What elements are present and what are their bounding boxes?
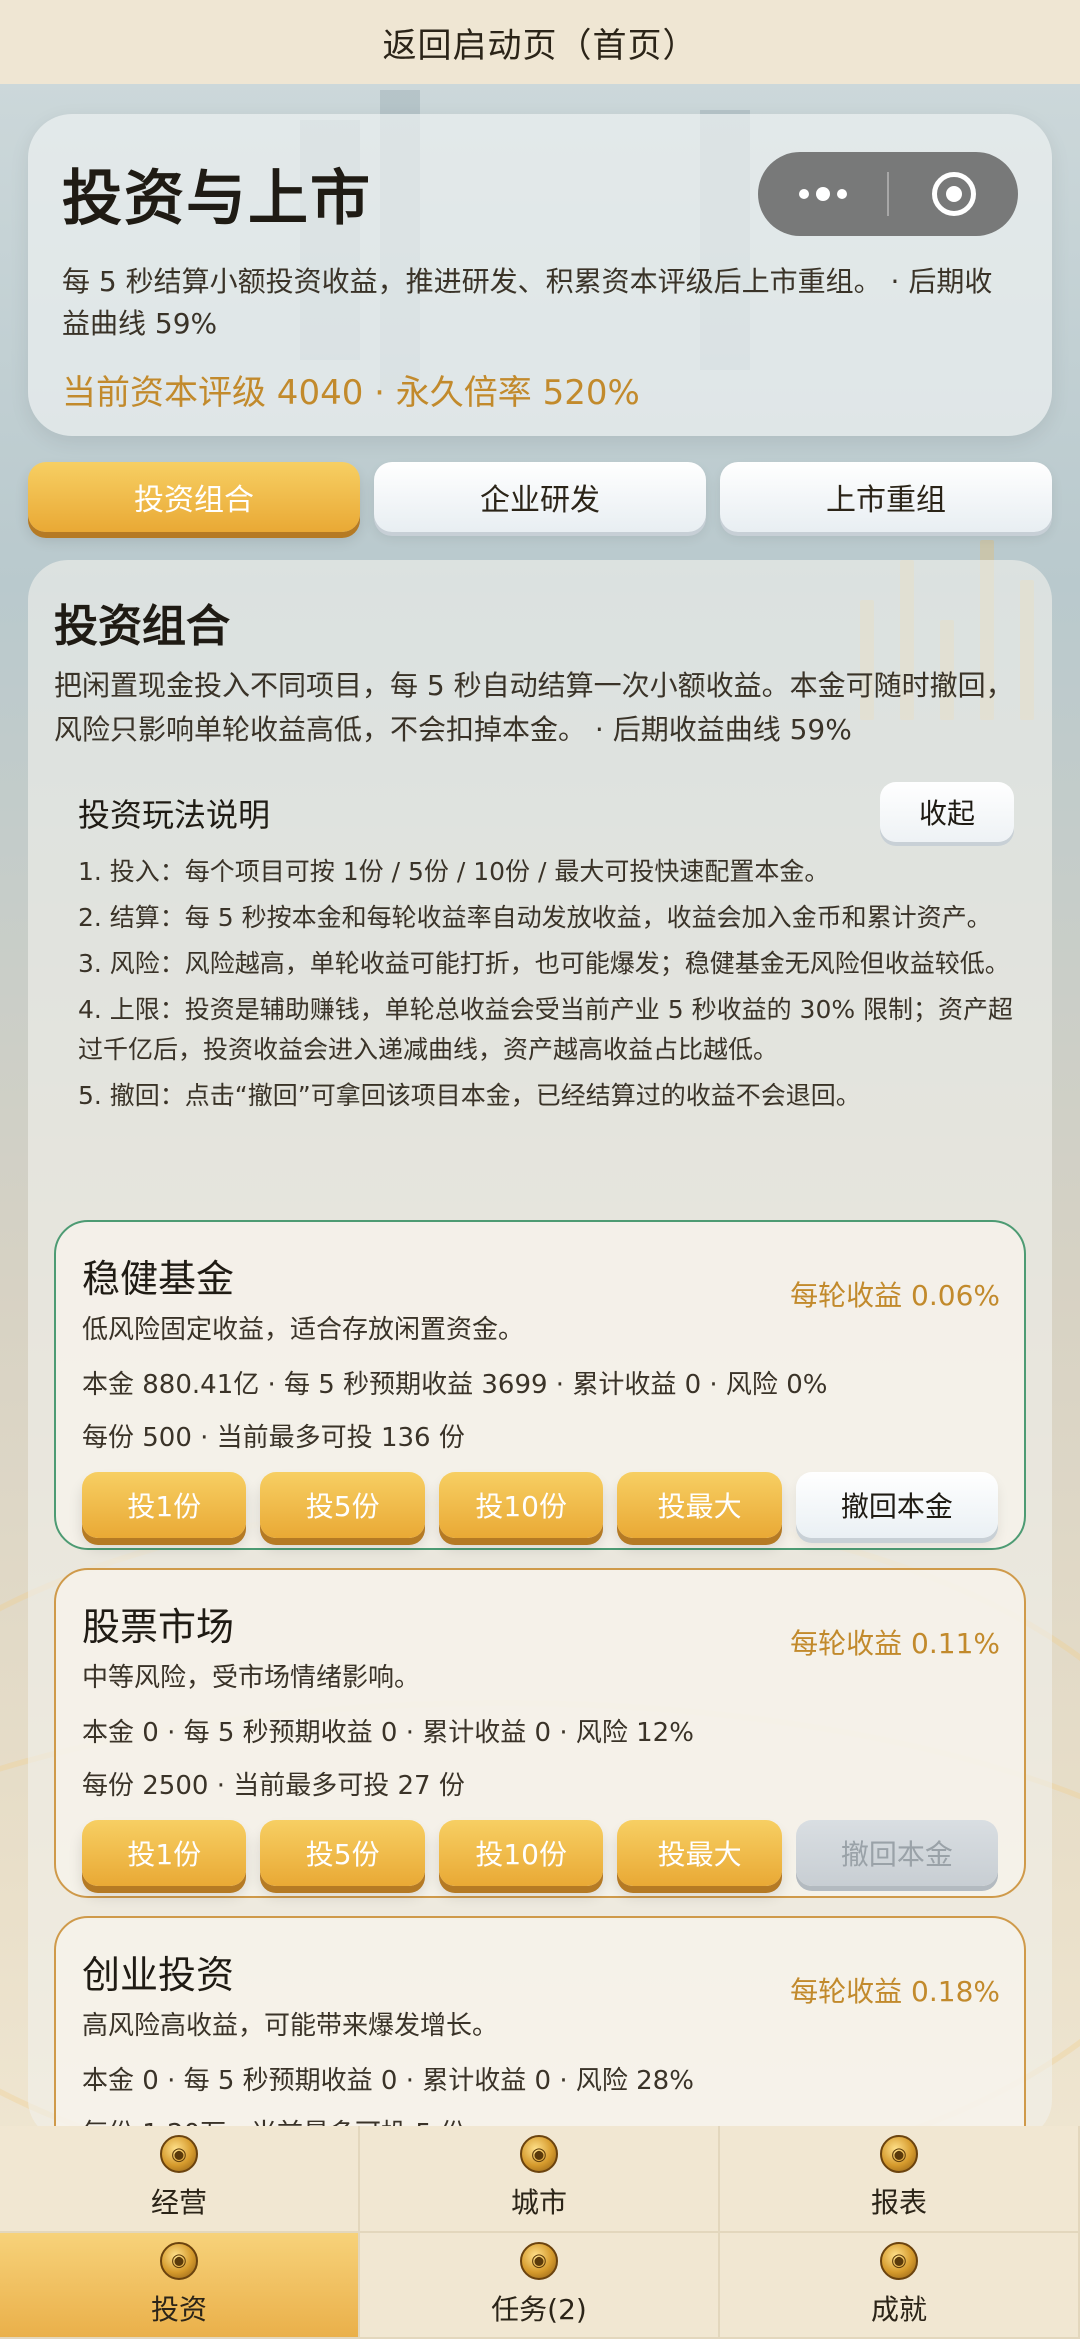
nav-operate[interactable]: ◉ 经营 [0,2126,360,2233]
rule-item: 2. 结算：每 5 秒按本金和每轮收益率自动发放收益，收益会加入金币和累计资产。 [78,903,992,932]
invest-1-button[interactable]: 投1份 [82,1820,247,1886]
header-card: 投资与上市 每 5 秒结算小额投资收益，推进研发、积累资本评级后上市重组。 · … [28,114,1052,436]
nav-city[interactable]: ◉ 城市 [360,2126,720,2233]
invest-1-button[interactable]: 投1份 [82,1472,247,1538]
tab-portfolio[interactable]: 投资组合 [28,462,360,532]
withdraw-button[interactable]: 撤回本金 [795,1472,998,1538]
invest-10-button[interactable]: 投10份 [438,1472,604,1538]
card-rate: 每轮收益 0.06% [790,1279,1000,1312]
withdraw-button[interactable]: 撤回本金 [795,1820,998,1886]
more-menu-button[interactable] [758,152,887,236]
rules-title: 投资玩法说明 [78,796,271,834]
coin-icon: ◉ [160,2241,198,2280]
investment-card-venture: 每轮收益 0.18% 创业投资 高风险高收益，可能带来爆发增长。 本金 0 · … [54,1916,1026,2140]
card-stats: 本金 0 · 每 5 秒预期收益 0 · 累计收益 0 · 风险 12% [82,1718,694,1748]
nav-label: 任务(2) [491,2292,587,2326]
card-rate: 每轮收益 0.18% [790,1975,1000,2008]
back-to-home-bar[interactable]: 返回启动页（首页） [0,0,1080,84]
card-stats: 本金 0 · 每 5 秒预期收益 0 · 累计收益 0 · 风险 28% [82,2066,694,2096]
section-description: 把闲置现金投入不同项目，每 5 秒自动结算一次小额收益。本金可随时撤回，风险只影… [54,669,1014,746]
investment-card-fund: 每轮收益 0.06% 稳健基金 低风险固定收益，适合存放闲置资金。 本金 880… [54,1220,1026,1550]
card-unit: 每份 500 · 当前最多可投 136 份 [82,1423,465,1453]
nav-tasks[interactable]: ◉ 任务(2) [360,2232,720,2339]
nav-label: 投资 [150,2292,207,2326]
coin-icon: ◉ [880,2135,918,2174]
nav-achievements[interactable]: ◉ 成就 [720,2232,1080,2339]
investment-card-stock: 每轮收益 0.11% 股票市场 中等风险，受市场情绪影响。 本金 0 · 每 5… [54,1568,1026,1898]
nav-label: 经营 [150,2186,207,2220]
nav-label: 城市 [510,2186,567,2220]
nav-label: 成就 [870,2292,927,2326]
rule-item: 5. 撤回：点击“撤回”可拿回该项目本金，已经结算过的收益不会退回。 [78,1081,861,1110]
nav-label: 报表 [870,2186,927,2220]
coin-icon: ◉ [160,2135,198,2174]
invest-10-button[interactable]: 投10份 [438,1820,604,1886]
section-title: 投资组合 [54,601,230,652]
header-description: 每 5 秒结算小额投资收益，推进研发、积累资本评级后上市重组。 · 后期收益曲线… [62,265,993,340]
card-description: 高风险高收益，可能带来爆发增长。 [82,2011,499,2041]
button-row: 投1份 投5份 投10份 投最大 撤回本金 [82,1820,998,1886]
card-description: 中等风险，受市场情绪影响。 [82,1663,421,1693]
card-rate: 每轮收益 0.11% [790,1627,1000,1660]
invest-5-button[interactable]: 投5份 [260,1472,425,1538]
target-icon [931,172,976,216]
button-row: 投1份 投5份 投10份 投最大 撤回本金 [82,1472,998,1538]
bottom-nav: ◉ 经营 ◉ 城市 ◉ 报表 ◉ 投资 ◉ 任务(2) ◉ 成就 [0,2126,1080,2339]
rule-item: 4. 上限：投资是辅助赚钱，单轮总收益会受当前产业 5 秒收益的 30% 限制；… [78,995,1014,1064]
card-unit: 每份 2500 · 当前最多可投 27 份 [82,1771,465,1801]
nav-report[interactable]: ◉ 报表 [720,2126,1080,2233]
tab-research[interactable]: 企业研发 [374,462,706,532]
topbar-title[interactable]: 返回启动页（首页） [383,18,698,67]
coin-icon: ◉ [520,2135,558,2174]
card-description: 低风险固定收益，适合存放闲置资金。 [82,1315,525,1345]
more-icon [798,187,847,201]
close-miniprogram-button[interactable] [889,152,1018,236]
miniprogram-capsule [758,152,1018,236]
tab-ipo[interactable]: 上市重组 [720,462,1052,532]
collapse-button[interactable]: 收起 [880,782,1014,842]
capital-rating: 当前资本评级 4040 · 永久倍率 520% [62,373,640,413]
coin-icon: ◉ [520,2241,558,2280]
coin-icon: ◉ [880,2241,918,2280]
rules-list: 1. 投入：每个项目可按 1份 / 5份 / 10份 / 最大可投快速配置本金。… [78,852,1018,1122]
rule-item: 3. 风险：风险越高，单轮收益可能打折，也可能爆发；稳健基金无风险但收益较低。 [78,949,1010,978]
portfolio-panel: 投资组合 把闲置现金投入不同项目，每 5 秒自动结算一次小额收益。本金可随时撤回… [28,560,1052,2140]
invest-max-button[interactable]: 投最大 [617,1472,782,1538]
card-stats: 本金 880.41亿 · 每 5 秒预期收益 3699 · 累计收益 0 · 风… [82,1370,828,1400]
nav-invest[interactable]: ◉ 投资 [0,2232,360,2339]
tab-bar: 投资组合 企业研发 上市重组 [28,462,1052,532]
rule-item: 1. 投入：每个项目可按 1份 / 5份 / 10份 / 最大可投快速配置本金。 [78,857,830,886]
invest-max-button[interactable]: 投最大 [617,1820,782,1886]
invest-5-button[interactable]: 投5份 [260,1820,425,1886]
